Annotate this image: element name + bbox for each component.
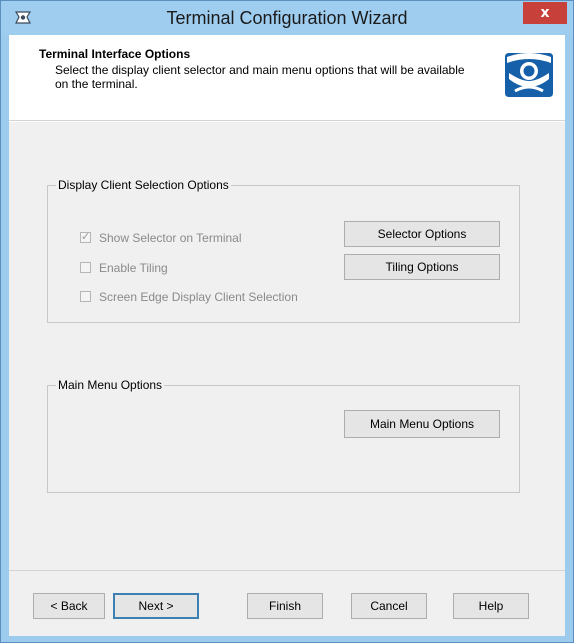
checkbox-box[interactable]: ✓: [80, 230, 91, 243]
display-client-selection-group: Display Client Selection Options ✓ Show …: [47, 178, 520, 323]
close-icon: x: [540, 5, 550, 21]
next-button[interactable]: Next >: [113, 593, 199, 619]
window-title: Terminal Configuration Wizard: [166, 8, 408, 28]
selector-options-button[interactable]: Selector Options: [344, 221, 500, 247]
group-legend: Display Client Selection Options: [56, 178, 231, 192]
wizard-body: Terminal Interface Options Select the di…: [9, 35, 565, 636]
main-menu-options-button[interactable]: Main Menu Options: [344, 410, 500, 438]
screen-edge-selection-checkbox[interactable]: Screen Edge Display Client Selection: [80, 290, 340, 306]
wizard-window: Terminal Configuration Wizard x Terminal…: [0, 0, 574, 643]
wizard-footer: < Back Next > Finish Cancel Help: [9, 570, 565, 637]
wizard-header: Terminal Interface Options Select the di…: [9, 35, 565, 121]
page-title: Terminal Interface Options: [39, 47, 191, 61]
help-button[interactable]: Help: [453, 593, 529, 619]
title-bar[interactable]: Terminal Configuration Wizard x: [1, 1, 573, 35]
page-subtitle: Select the display client selector and m…: [55, 63, 465, 91]
checkbox-label: Enable Tiling: [99, 261, 168, 275]
checkbox-label: Show Selector on Terminal: [99, 231, 242, 245]
enable-tiling-checkbox[interactable]: Enable Tiling: [80, 261, 320, 277]
back-button[interactable]: < Back: [33, 593, 105, 619]
tiling-options-button[interactable]: Tiling Options: [344, 254, 500, 280]
checkbox-box[interactable]: [80, 262, 91, 273]
close-button[interactable]: x: [523, 2, 567, 24]
show-selector-checkbox[interactable]: ✓ Show Selector on Terminal: [80, 230, 320, 247]
main-menu-group: Main Menu Options Main Menu Options: [47, 378, 520, 493]
cancel-button[interactable]: Cancel: [351, 593, 427, 619]
finish-button[interactable]: Finish: [247, 593, 323, 619]
checkbox-box[interactable]: [80, 291, 91, 302]
thinmanager-logo-icon: [505, 53, 553, 97]
checkbox-label: Screen Edge Display Client Selection: [99, 290, 298, 304]
check-icon: ✓: [81, 230, 91, 243]
header-separator: [9, 121, 565, 122]
group-legend: Main Menu Options: [56, 378, 165, 392]
